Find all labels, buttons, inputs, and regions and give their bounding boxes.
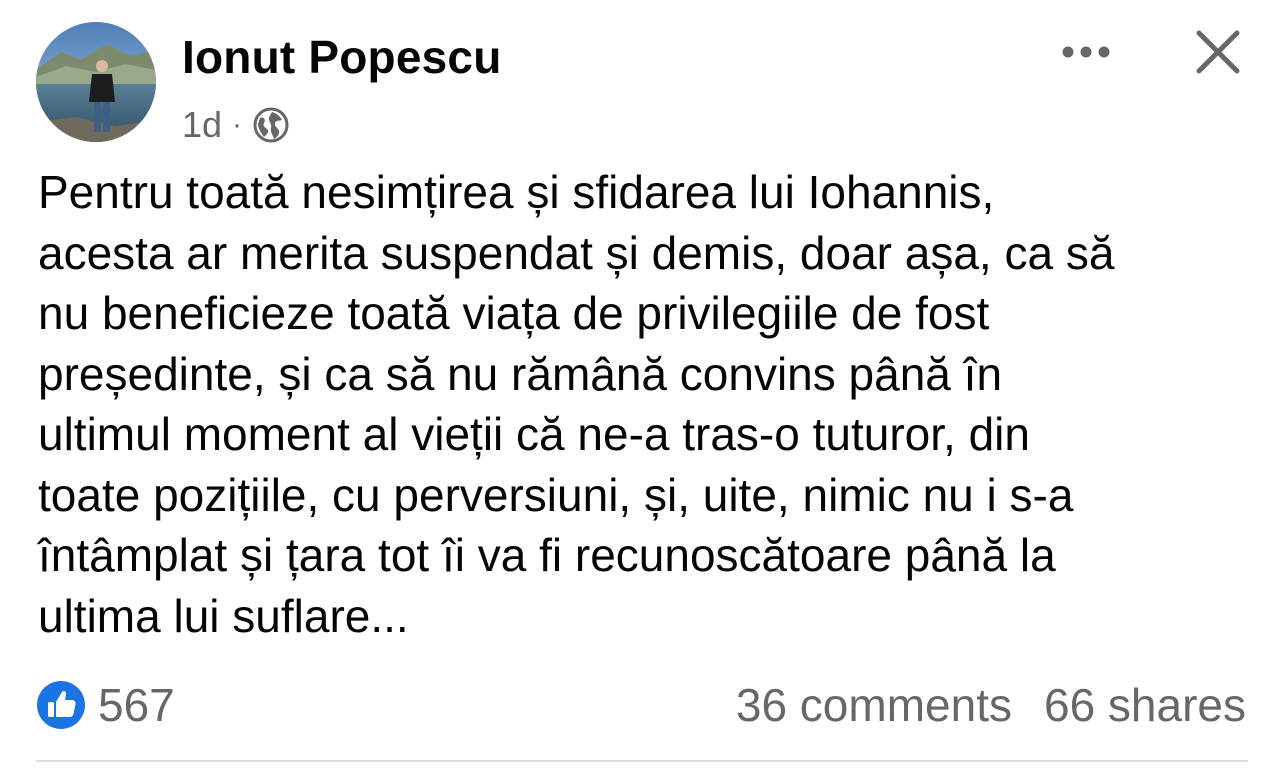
meta-separator: · xyxy=(232,108,243,141)
like-icon xyxy=(36,680,86,730)
post-meta: 1d · xyxy=(182,102,290,148)
reactions-summary[interactable]: 567 xyxy=(36,678,175,732)
shares-count[interactable]: 66 shares xyxy=(1044,678,1246,732)
author-name[interactable]: Ionut Popescu xyxy=(182,30,502,84)
comments-count[interactable]: 36 comments xyxy=(736,678,1012,732)
facebook-post: Ionut Popescu 1d · Pentru toată nesimțir… xyxy=(0,0,1284,781)
more-options-icon[interactable] xyxy=(1056,36,1116,68)
close-icon[interactable] xyxy=(1194,28,1242,76)
globe-icon[interactable] xyxy=(252,106,290,144)
post-timestamp[interactable]: 1d xyxy=(182,104,222,146)
divider xyxy=(36,760,1248,762)
engagement-stats: 36 comments 66 shares xyxy=(736,678,1246,732)
avatar[interactable] xyxy=(36,22,156,142)
reactions-count[interactable]: 567 xyxy=(98,678,175,732)
post-text: Pentru toată nesimțirea și sfidarea lui … xyxy=(38,166,1115,642)
